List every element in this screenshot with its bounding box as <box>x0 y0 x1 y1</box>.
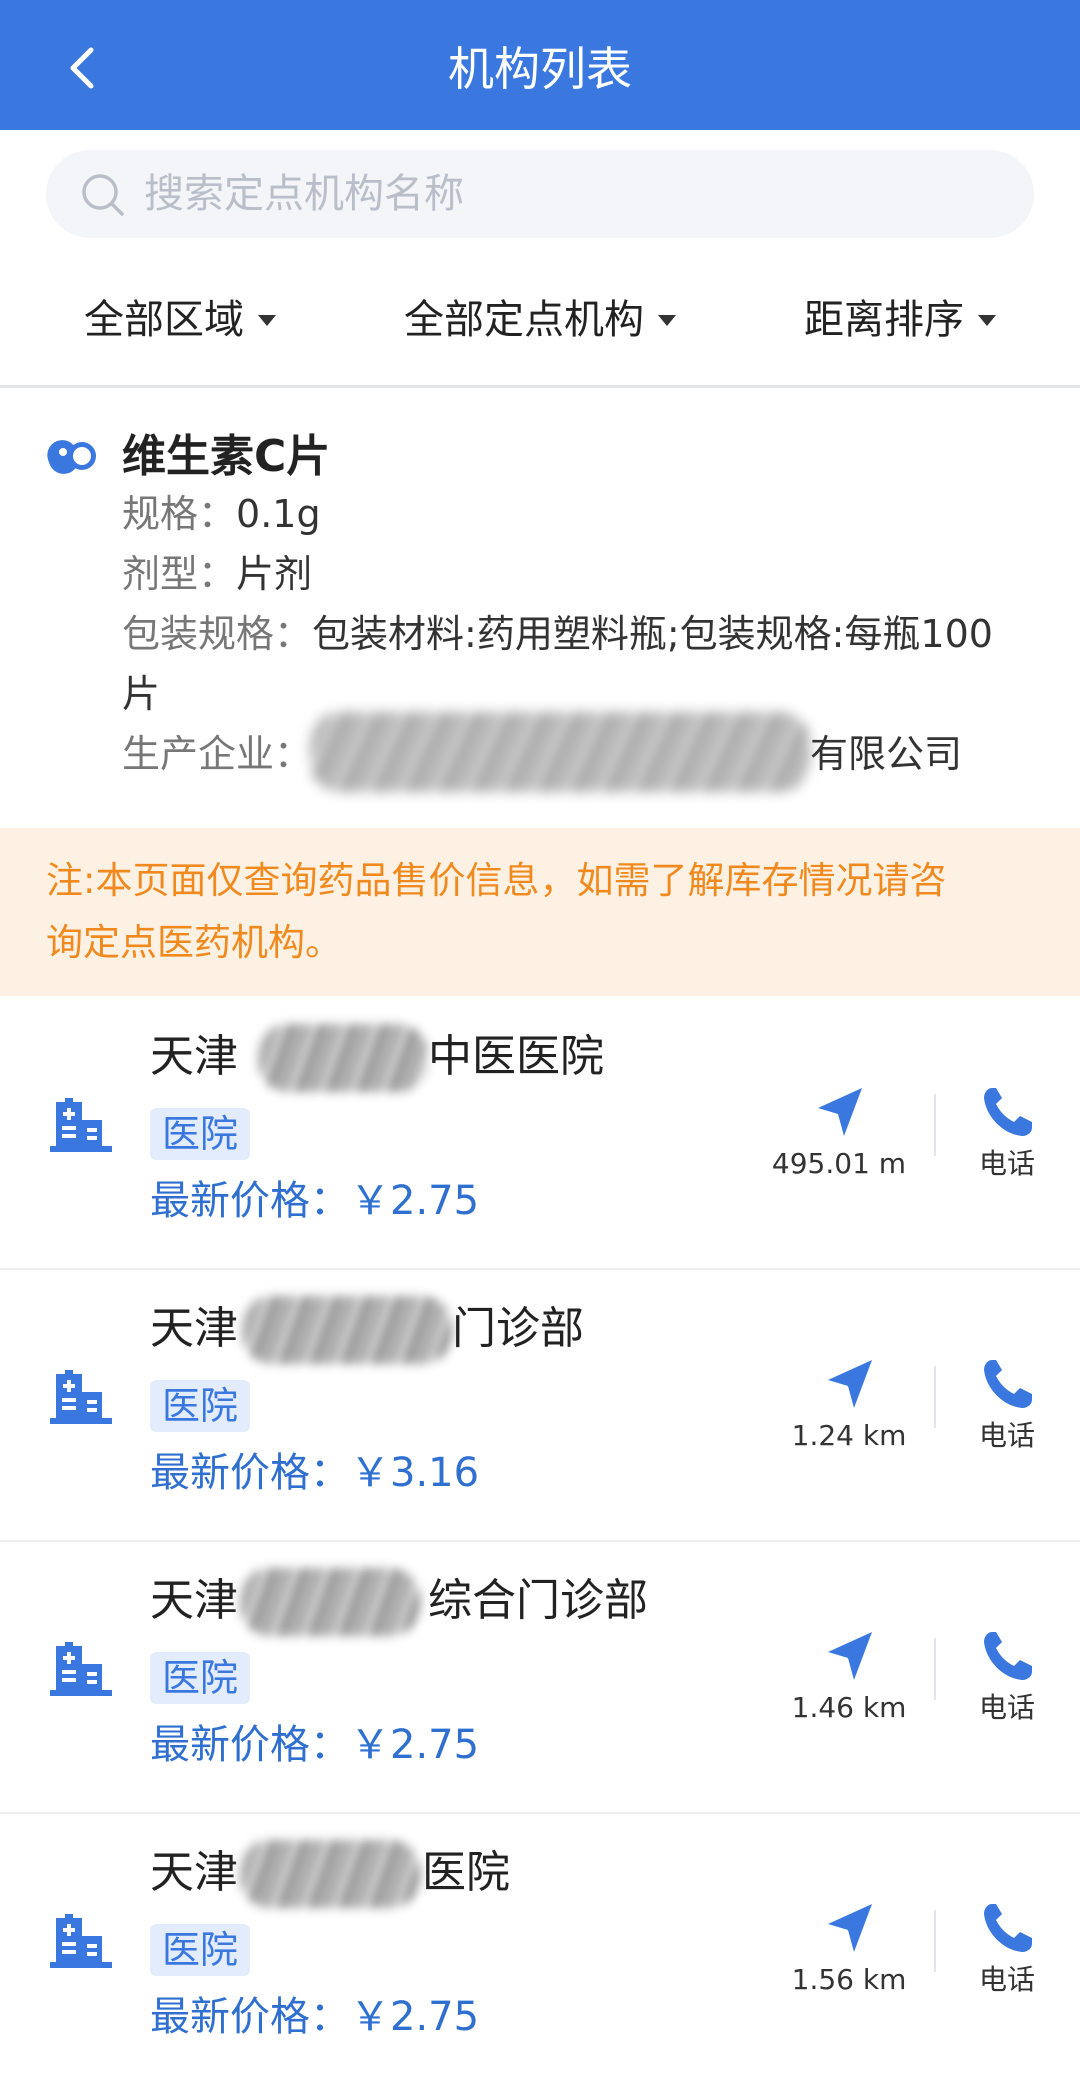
institution-name-prefix: 天津 <box>150 1575 238 1626</box>
search-placeholder: 搜索定点机构名称 <box>144 171 464 217</box>
call-button[interactable]: 电话 <box>952 1628 1062 1738</box>
drug-packaging-cont: 片 <box>122 668 160 720</box>
hospital-building-icon <box>50 1642 112 1696</box>
pack-label: 包装规格： <box>122 612 313 656</box>
navigate-button[interactable]: 1.24 km <box>774 1356 924 1466</box>
spec-label: 规格： <box>122 492 237 536</box>
caret-down-icon <box>658 314 676 326</box>
notice-banner: 注:本页面仅查询药品售价信息，如需了解库存情况请咨 询定点医药机构。 <box>0 828 1080 996</box>
pill-icon <box>47 440 96 474</box>
navigation-arrow-icon <box>828 1632 872 1680</box>
redacted-institution-name <box>258 1024 428 1092</box>
divider <box>934 1638 936 1700</box>
notice-line-1: 注:本页面仅查询药品售价信息，如需了解库存情况请咨 <box>46 859 947 902</box>
call-label: 电话 <box>978 1691 1035 1724</box>
navigation-arrow-icon <box>828 1360 872 1408</box>
latest-price: 最新价格：￥3.16 <box>150 1450 480 1496</box>
call-button[interactable]: 电话 <box>952 1084 1062 1194</box>
institution-type-badge: 医院 <box>150 1652 251 1704</box>
latest-price: 最新价格：￥2.75 <box>150 1994 480 2040</box>
filter-sort-label: 距离排序 <box>804 297 964 343</box>
redacted-institution-name <box>240 1840 420 1908</box>
pack-value-cont: 片 <box>122 672 161 716</box>
top-bar: 机构列表 <box>0 0 1080 130</box>
navigate-button[interactable]: 495.01 m <box>764 1084 914 1194</box>
maker-value: 有限公司 <box>810 728 962 780</box>
drug-info-card: 维生素C片 规格：0.1g 剂型：片剂 包装规格：包装材料:药用塑料瓶;包装规格… <box>0 392 1080 828</box>
drug-packaging: 包装规格：包装材料:药用塑料瓶;包装规格:每瓶100 <box>122 608 993 660</box>
caret-down-icon <box>258 314 276 326</box>
drug-spec: 规格：0.1g <box>122 488 321 540</box>
phone-icon <box>984 1360 1032 1408</box>
phone-icon <box>984 1632 1032 1680</box>
call-label: 电话 <box>978 1147 1035 1180</box>
drug-name: 维生素C片 <box>122 431 331 482</box>
institution-row[interactable]: 天津 门诊部 医院 最新价格：￥3.16 1.24 km 电话 <box>0 1270 1080 1542</box>
phone-icon <box>984 1088 1032 1136</box>
call-button[interactable]: 电话 <box>952 1900 1062 2010</box>
hospital-building-icon <box>50 1098 112 1152</box>
call-label: 电话 <box>978 1419 1035 1452</box>
drug-manufacturer: 生产企业： <box>122 728 312 780</box>
page-title: 机构列表 <box>448 42 632 96</box>
filter-bar: 全部区域 全部定点机构 距离排序 <box>0 270 1080 388</box>
caret-down-icon <box>978 314 996 326</box>
divider <box>934 1094 936 1156</box>
latest-price: 最新价格：￥2.75 <box>150 1178 480 1224</box>
call-label: 电话 <box>978 1963 1035 1996</box>
maker-value-text: 有限公司 <box>810 732 963 776</box>
filter-region[interactable]: 全部区域 <box>84 294 276 346</box>
notice-line-2: 询定点医药机构。 <box>46 921 342 964</box>
phone-icon <box>984 1904 1032 1952</box>
navigation-arrow-icon <box>828 1904 872 1952</box>
form-value: 片剂 <box>236 552 313 596</box>
institution-type-badge: 医院 <box>150 1924 251 1976</box>
institution-name-prefix: 天津 <box>150 1031 238 1082</box>
drug-form: 剂型：片剂 <box>122 548 312 600</box>
institution-row[interactable]: 天津 医院 医院 最新价格：￥2.75 1.56 km 电话 <box>0 1814 1080 2078</box>
institution-name-prefix: 天津 <box>150 1303 238 1354</box>
institution-name-suffix: 中医医院 <box>428 1031 604 1082</box>
distance-text: 1.24 km <box>791 1419 907 1452</box>
filter-region-label: 全部区域 <box>84 297 244 343</box>
search-icon <box>82 174 124 216</box>
institution-name-suffix: 门诊部 <box>452 1303 584 1354</box>
institution-name-suffix: 综合门诊部 <box>428 1575 648 1626</box>
redacted-institution-name <box>242 1296 452 1364</box>
redacted-institution-name <box>240 1568 420 1636</box>
distance-text: 1.46 km <box>791 1691 907 1724</box>
filter-sort[interactable]: 距离排序 <box>804 294 996 346</box>
distance-text: 495.01 m <box>771 1147 907 1180</box>
call-button[interactable]: 电话 <box>952 1356 1062 1466</box>
hospital-building-icon <box>50 1370 112 1424</box>
redacted-manufacturer <box>310 712 810 792</box>
filter-institution-type[interactable]: 全部定点机构 <box>404 294 676 346</box>
institution-type-badge: 医院 <box>150 1380 251 1432</box>
navigation-arrow-icon <box>818 1088 862 1136</box>
navigate-button[interactable]: 1.56 km <box>774 1900 924 2010</box>
latest-price: 最新价格：￥2.75 <box>150 1722 480 1768</box>
institution-row[interactable]: 天津 综合门诊部 医院 最新价格：￥2.75 1.46 km 电话 <box>0 1542 1080 1814</box>
pack-value: 包装材料:药用塑料瓶;包装规格:每瓶100 <box>312 612 993 656</box>
institution-row[interactable]: 天津 中医医院 医院 最新价格：￥2.75 495.01 m 电话 <box>0 998 1080 1270</box>
form-label: 剂型： <box>122 552 237 596</box>
navigate-button[interactable]: 1.46 km <box>774 1628 924 1738</box>
divider <box>934 1366 936 1428</box>
distance-text: 1.56 km <box>791 1963 907 1996</box>
maker-label: 生产企业： <box>122 732 313 776</box>
filter-institution-label: 全部定点机构 <box>404 297 644 343</box>
institution-name-suffix: 医院 <box>422 1847 510 1898</box>
divider <box>934 1910 936 1972</box>
institution-name-prefix: 天津 <box>150 1847 238 1898</box>
spec-value: 0.1g <box>236 492 321 536</box>
institution-type-badge: 医院 <box>150 1108 251 1160</box>
search-input[interactable]: 搜索定点机构名称 <box>46 150 1034 238</box>
hospital-building-icon <box>50 1914 112 1968</box>
